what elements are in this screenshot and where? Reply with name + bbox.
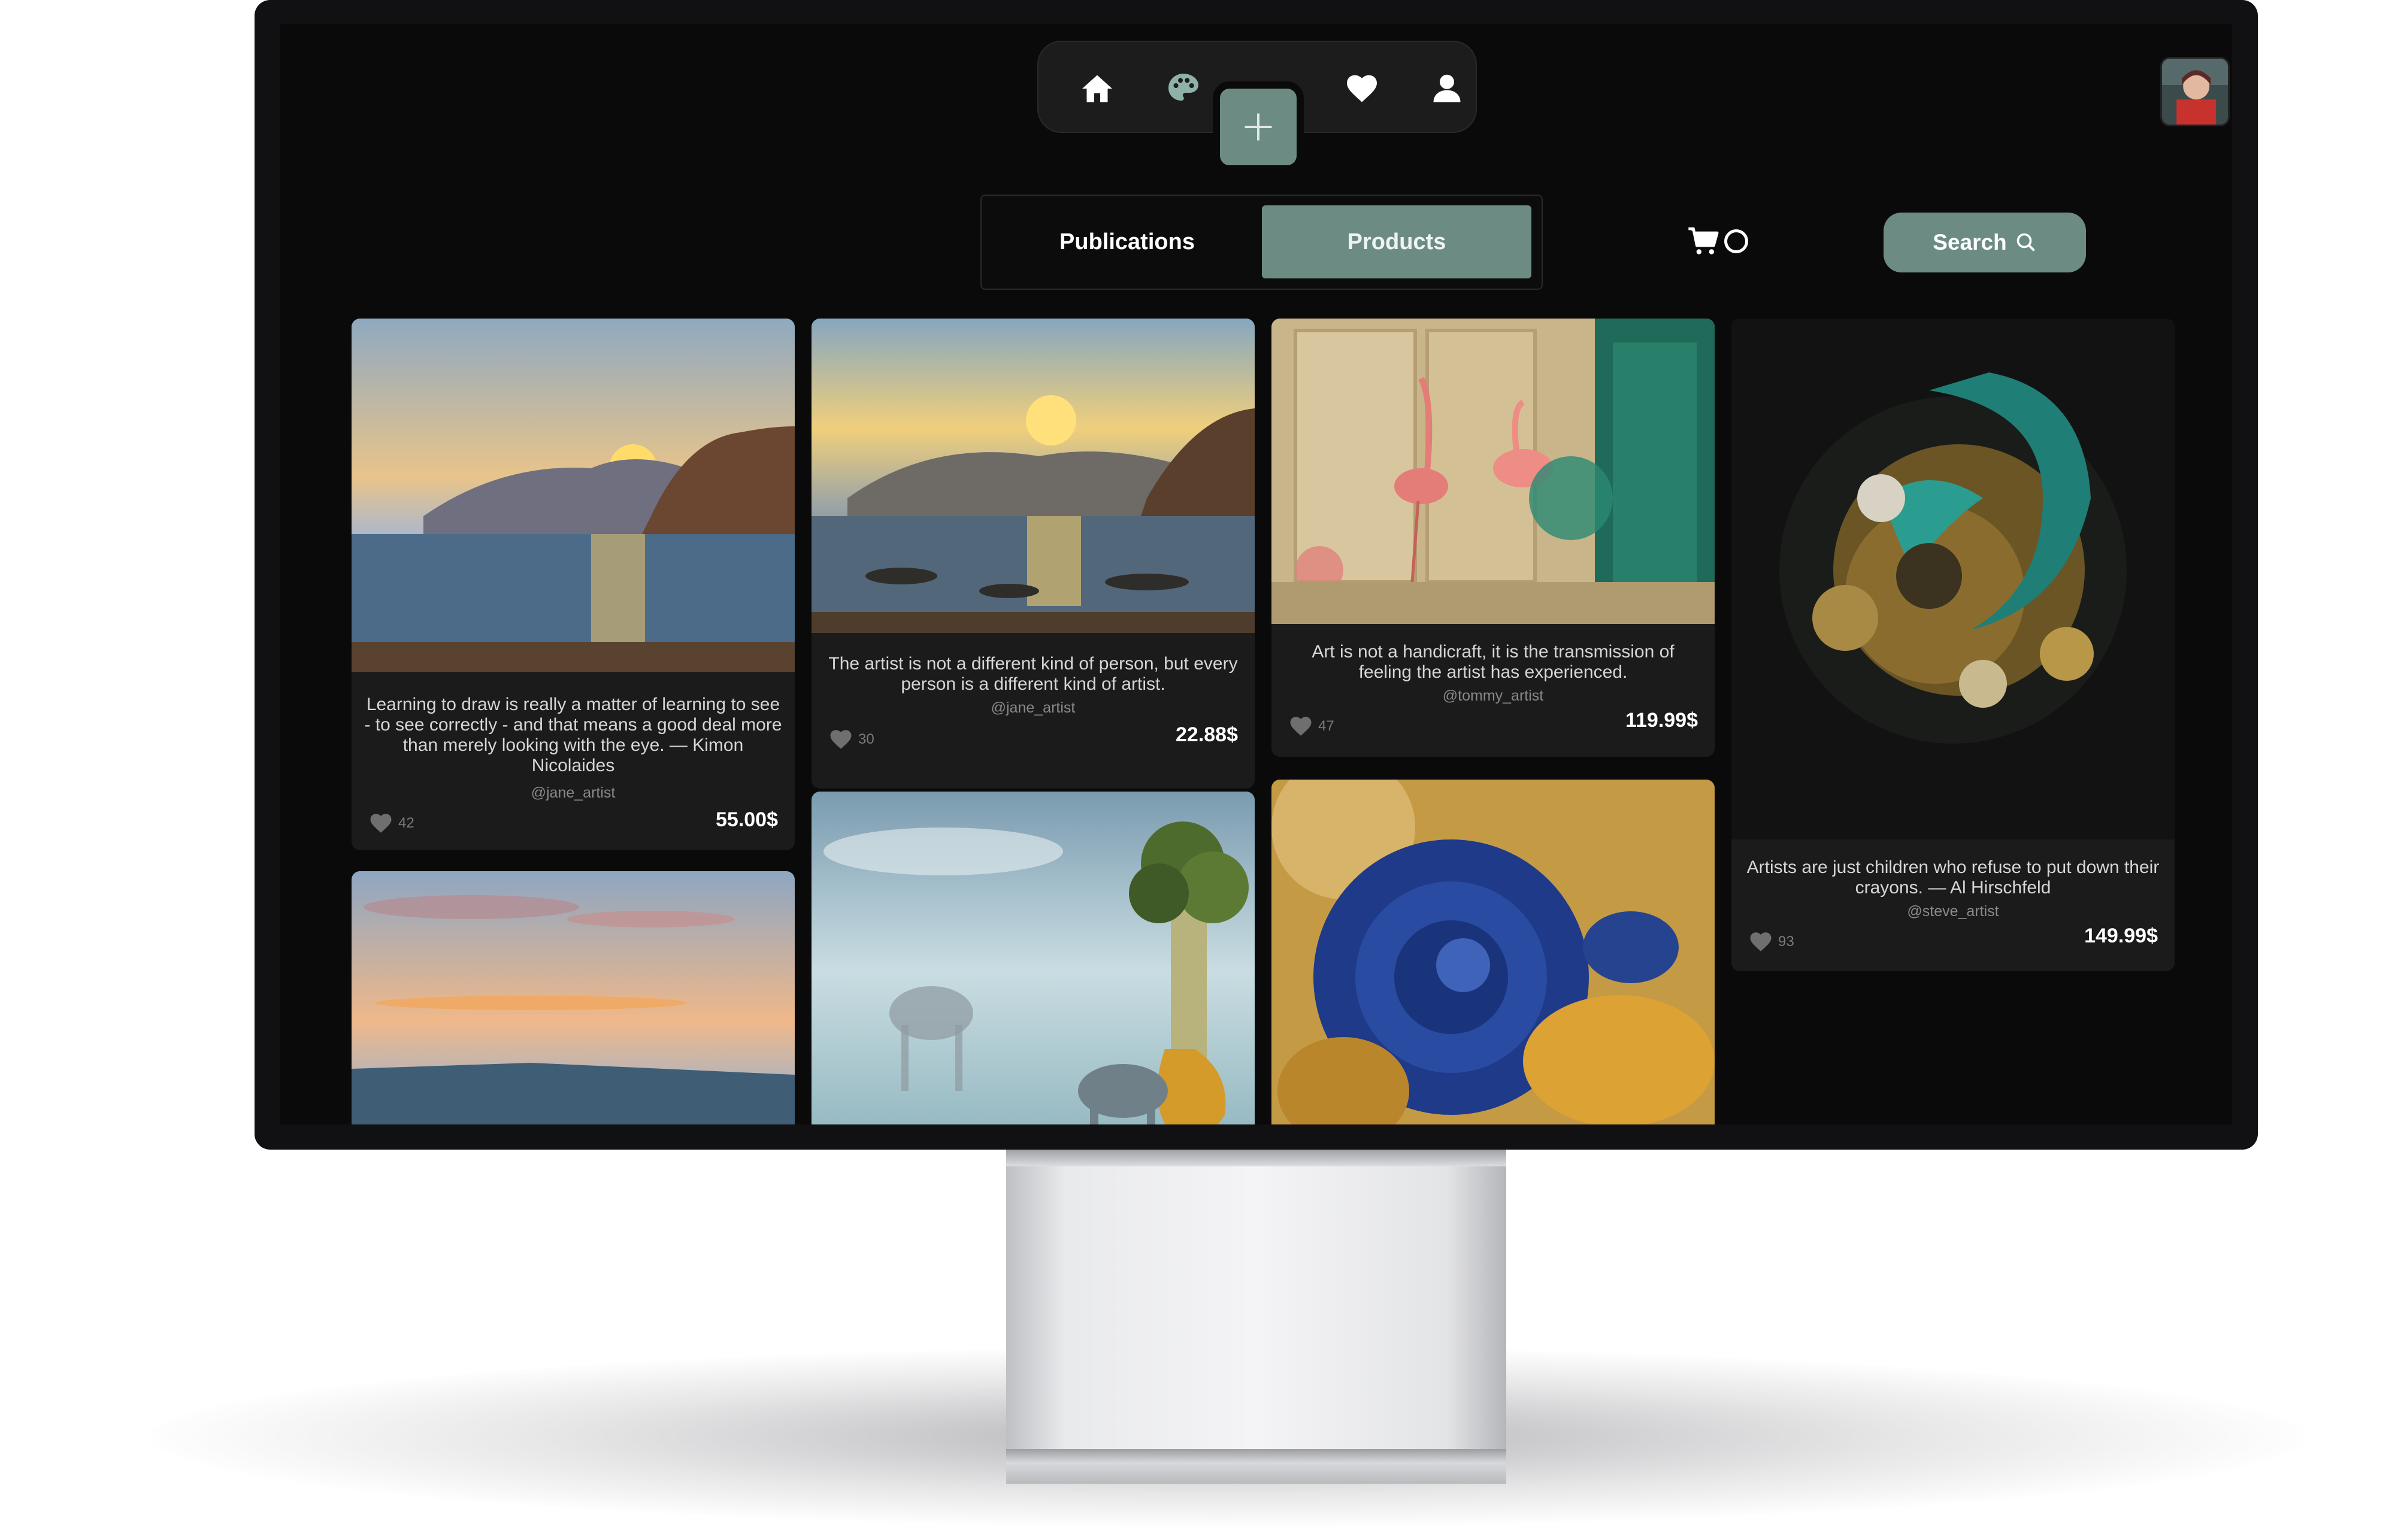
product-card[interactable]: Artists are just children who refuse to … [1731, 319, 2175, 971]
monitor-stand [1006, 1148, 1506, 1484]
flamingo-painting [1271, 319, 1715, 624]
content-tabs: Publications Products [980, 195, 1543, 290]
card-author[interactable]: @jane_artist [352, 784, 795, 802]
like-count: 42 [398, 815, 414, 831]
avatar[interactable] [2160, 57, 2230, 126]
card-price: 119.99$ [1625, 709, 1698, 732]
card-price: 149.99$ [2084, 924, 2158, 947]
card-quote: Learning to draw is really a matter of l… [364, 695, 782, 775]
product-card[interactable]: Art is not a handicraft, it is the trans… [1271, 319, 1715, 757]
heart-icon[interactable] [1344, 71, 1380, 107]
search-button[interactable]: Search [1884, 213, 2086, 272]
plus-icon [1245, 113, 1272, 141]
card-author[interactable]: @jane_artist [812, 699, 1255, 717]
card-price: 22.88$ [1176, 723, 1238, 746]
cart-button[interactable]: 0 [1687, 219, 1748, 263]
monitor-stand-neck [1006, 1148, 1506, 1166]
surreal-elephants-painting [812, 792, 1255, 1124]
cart-count-badge: 0 [1724, 229, 1748, 253]
sunset-cliffs-painting [812, 319, 1255, 633]
card-price: 55.00$ [716, 808, 778, 831]
card-quote: Artists are just children who refuse to … [1746, 857, 2160, 898]
like-count: 47 [1318, 718, 1334, 734]
card-quote: Art is not a handicraft, it is the trans… [1312, 642, 1675, 682]
ornate-teal-gold-artwork [1731, 319, 2175, 839]
product-card[interactable]: The artist is not a different kind of pe… [812, 319, 1255, 789]
product-card-image[interactable] [1271, 780, 1715, 1124]
heart-icon [1290, 717, 1312, 736]
product-card-image[interactable] [352, 871, 795, 1124]
palette-icon[interactable] [1165, 71, 1201, 107]
product-card[interactable]: Learning to draw is really a matter of l… [352, 319, 795, 850]
app-screen: Publications Products 0 Search Learning … [280, 24, 2232, 1124]
like-count: 30 [858, 731, 874, 747]
sunset-sea-painting [352, 319, 795, 672]
like-button[interactable]: 30 [828, 727, 874, 752]
home-icon[interactable] [1079, 71, 1115, 107]
tab-publications[interactable]: Publications [992, 205, 1262, 278]
evening-sky-painting [352, 871, 795, 1124]
cart-icon [1688, 227, 1719, 254]
like-button[interactable]: 42 [368, 811, 414, 836]
heart-icon [1750, 932, 1772, 951]
create-post-button[interactable] [1213, 81, 1304, 172]
heart-icon [830, 730, 852, 749]
product-card-image[interactable] [812, 792, 1255, 1124]
card-quote: The artist is not a different kind of pe… [828, 654, 1238, 694]
user-icon[interactable] [1429, 71, 1465, 107]
heart-icon [370, 814, 392, 833]
tab-products[interactable]: Products [1262, 205, 1531, 278]
card-author[interactable]: @tommy_artist [1271, 687, 1715, 705]
search-icon [2016, 233, 2035, 251]
like-count: 93 [1778, 933, 1794, 950]
card-author[interactable]: @steve_artist [1731, 903, 2175, 920]
blue-rose-painting [1271, 780, 1715, 1124]
search-label: Search [1933, 230, 2007, 254]
monitor-stand-base [1006, 1449, 1506, 1484]
like-button[interactable]: 93 [1748, 929, 1794, 954]
like-button[interactable]: 47 [1288, 714, 1334, 739]
